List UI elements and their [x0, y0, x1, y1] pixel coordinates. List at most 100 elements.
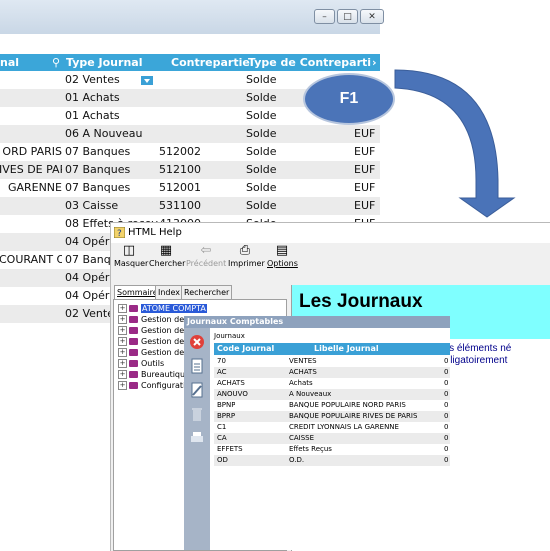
book-icon [129, 327, 138, 334]
table-cell: 0 [444, 368, 449, 376]
topic-title: Les Journaux [299, 291, 423, 312]
hide-button[interactable]: ◫ Masquer [114, 243, 148, 269]
book-icon [129, 316, 138, 323]
table-row[interactable]: CA CAISSE 0 [214, 433, 450, 444]
tree-node-label: Outils [141, 359, 165, 368]
table-cell: Achats [289, 379, 313, 387]
search-label: Chercher [149, 259, 186, 268]
table-cell: 0 [444, 445, 449, 453]
expand-icon[interactable]: + [118, 359, 127, 368]
table-cell: 0 [444, 379, 449, 387]
table-row[interactable]: BPNP BANQUE POPULAIRE NORD PARIS 0 [214, 400, 450, 411]
table-cell: BANQUE POPULAIRE RIVES DE PARIS [289, 412, 418, 420]
printer-icon[interactable] [190, 430, 204, 446]
book-icon [129, 382, 138, 389]
back-arrow-icon: ⇦ [200, 243, 212, 258]
svg-text:?: ? [117, 229, 122, 238]
table-row[interactable]: EFFETS Effets Reçus 0 [214, 444, 450, 455]
table-cell: BANQUE POPULAIRE NORD PARIS [289, 401, 406, 409]
table-cell: C1 [217, 423, 227, 431]
journaux-comptables-screenshot: Journaux Comptables Journaux Code Journa… [184, 316, 450, 550]
table-cell: ANOUVO [217, 390, 248, 398]
tab-rechercher[interactable]: Rechercher [181, 285, 233, 299]
panel-grid-header: Code Journal Libelle Journal [214, 343, 450, 355]
book-icon [129, 371, 138, 378]
table-cell: AC [217, 368, 227, 376]
table-cell: 0 [444, 412, 449, 420]
table-cell: Effets Reçus [289, 445, 332, 453]
expand-icon[interactable]: + [118, 337, 127, 346]
table-cell: 0 [444, 390, 449, 398]
table-row[interactable]: C1 CREDIT LYONNAIS LA GARENNE 0 [214, 422, 450, 433]
f1-badge: F1 [303, 73, 395, 125]
tree-node-label: ATOME COMPTA [141, 304, 207, 313]
table-cell: BPNP [217, 401, 236, 409]
back-label: Précédent [186, 259, 227, 268]
panel-title-bar: Journaux Comptables [184, 316, 450, 328]
table-cell: CAISSE [289, 434, 315, 442]
table-row[interactable]: 70 VENTES 0 [214, 356, 450, 367]
expand-icon[interactable]: + [118, 370, 127, 379]
tab-index[interactable]: Index [155, 285, 184, 299]
table-row[interactable]: ANOUVO A Nouveaux 0 [214, 389, 450, 400]
options-label: Options [267, 259, 298, 268]
back-button[interactable]: ⇦ Précédent [186, 243, 227, 269]
panel-action-bar [184, 328, 210, 550]
expand-icon[interactable]: + [118, 315, 127, 324]
help-title-bar: ? HTML Help [111, 223, 550, 243]
search-book-icon: ▦ [159, 243, 173, 258]
table-cell: 0 [444, 434, 449, 442]
table-cell: EFFETS [217, 445, 243, 453]
table-row[interactable]: BPRP BANQUE POPULAIRE RIVES DE PARIS 0 [214, 411, 450, 422]
column-header-code-journal[interactable]: Code Journal [217, 344, 274, 353]
hide-label: Masquer [114, 259, 149, 268]
table-cell: OD [217, 456, 228, 464]
search-button[interactable]: ▦ Chercher [149, 243, 186, 269]
table-cell: CA [217, 434, 227, 442]
table-cell: O.D. [289, 456, 305, 464]
book-icon [129, 360, 138, 367]
curved-arrow-icon [394, 69, 516, 218]
close-circle-icon[interactable] [190, 334, 204, 350]
table-row[interactable]: ACHATS Achats 0 [214, 378, 450, 389]
table-cell: CREDIT LYONNAIS LA GARENNE [289, 423, 399, 431]
options-icon: ▤ [275, 243, 289, 258]
book-icon [129, 305, 138, 312]
table-cell: ACHATS [217, 379, 245, 387]
journaux-label: Journaux [214, 332, 245, 340]
table-cell: A Nouveaux [289, 390, 332, 398]
table-cell: 0 [444, 456, 449, 464]
trash-icon[interactable] [190, 406, 204, 422]
table-cell: VENTES [289, 357, 317, 365]
tree-node-label: Bureautique [141, 370, 190, 379]
book-icon [129, 338, 138, 345]
table-cell: 0 [444, 423, 449, 431]
column-header-libelle-journal[interactable]: Libelle Journal [314, 344, 379, 353]
expand-icon[interactable]: + [118, 348, 127, 357]
help-window-title: HTML Help [128, 227, 182, 238]
print-label: Imprimer [228, 259, 265, 268]
help-icon: ? [114, 227, 125, 238]
table-row[interactable]: AC ACHATS 0 [214, 367, 450, 378]
table-cell: ACHATS [289, 368, 317, 376]
printer-icon: ⎙ [239, 243, 251, 258]
tab-sommaire[interactable]: Sommaire [114, 285, 161, 299]
tree-node[interactable]: + Bureautique [118, 369, 190, 380]
hide-icon: ◫ [122, 243, 136, 258]
options-button[interactable]: ▤ Options [267, 243, 298, 269]
expand-icon[interactable]: + [118, 304, 127, 313]
expand-icon[interactable]: + [118, 381, 127, 390]
tree-node[interactable]: + ATOME COMPTA [118, 303, 207, 314]
table-cell: BPRP [217, 412, 236, 420]
table-cell: 0 [444, 401, 449, 409]
book-icon [129, 349, 138, 356]
table-cell: 70 [217, 357, 226, 365]
table-row[interactable]: OD O.D. 0 [214, 455, 450, 466]
print-button[interactable]: ⎙ Imprimer [228, 243, 265, 269]
tree-node[interactable]: + Outils [118, 358, 164, 369]
document-icon[interactable] [190, 358, 204, 374]
edit-icon[interactable] [190, 382, 204, 398]
panel-title: Journaux Comptables [187, 317, 284, 326]
table-cell: 0 [444, 357, 449, 365]
expand-icon[interactable]: + [118, 326, 127, 335]
